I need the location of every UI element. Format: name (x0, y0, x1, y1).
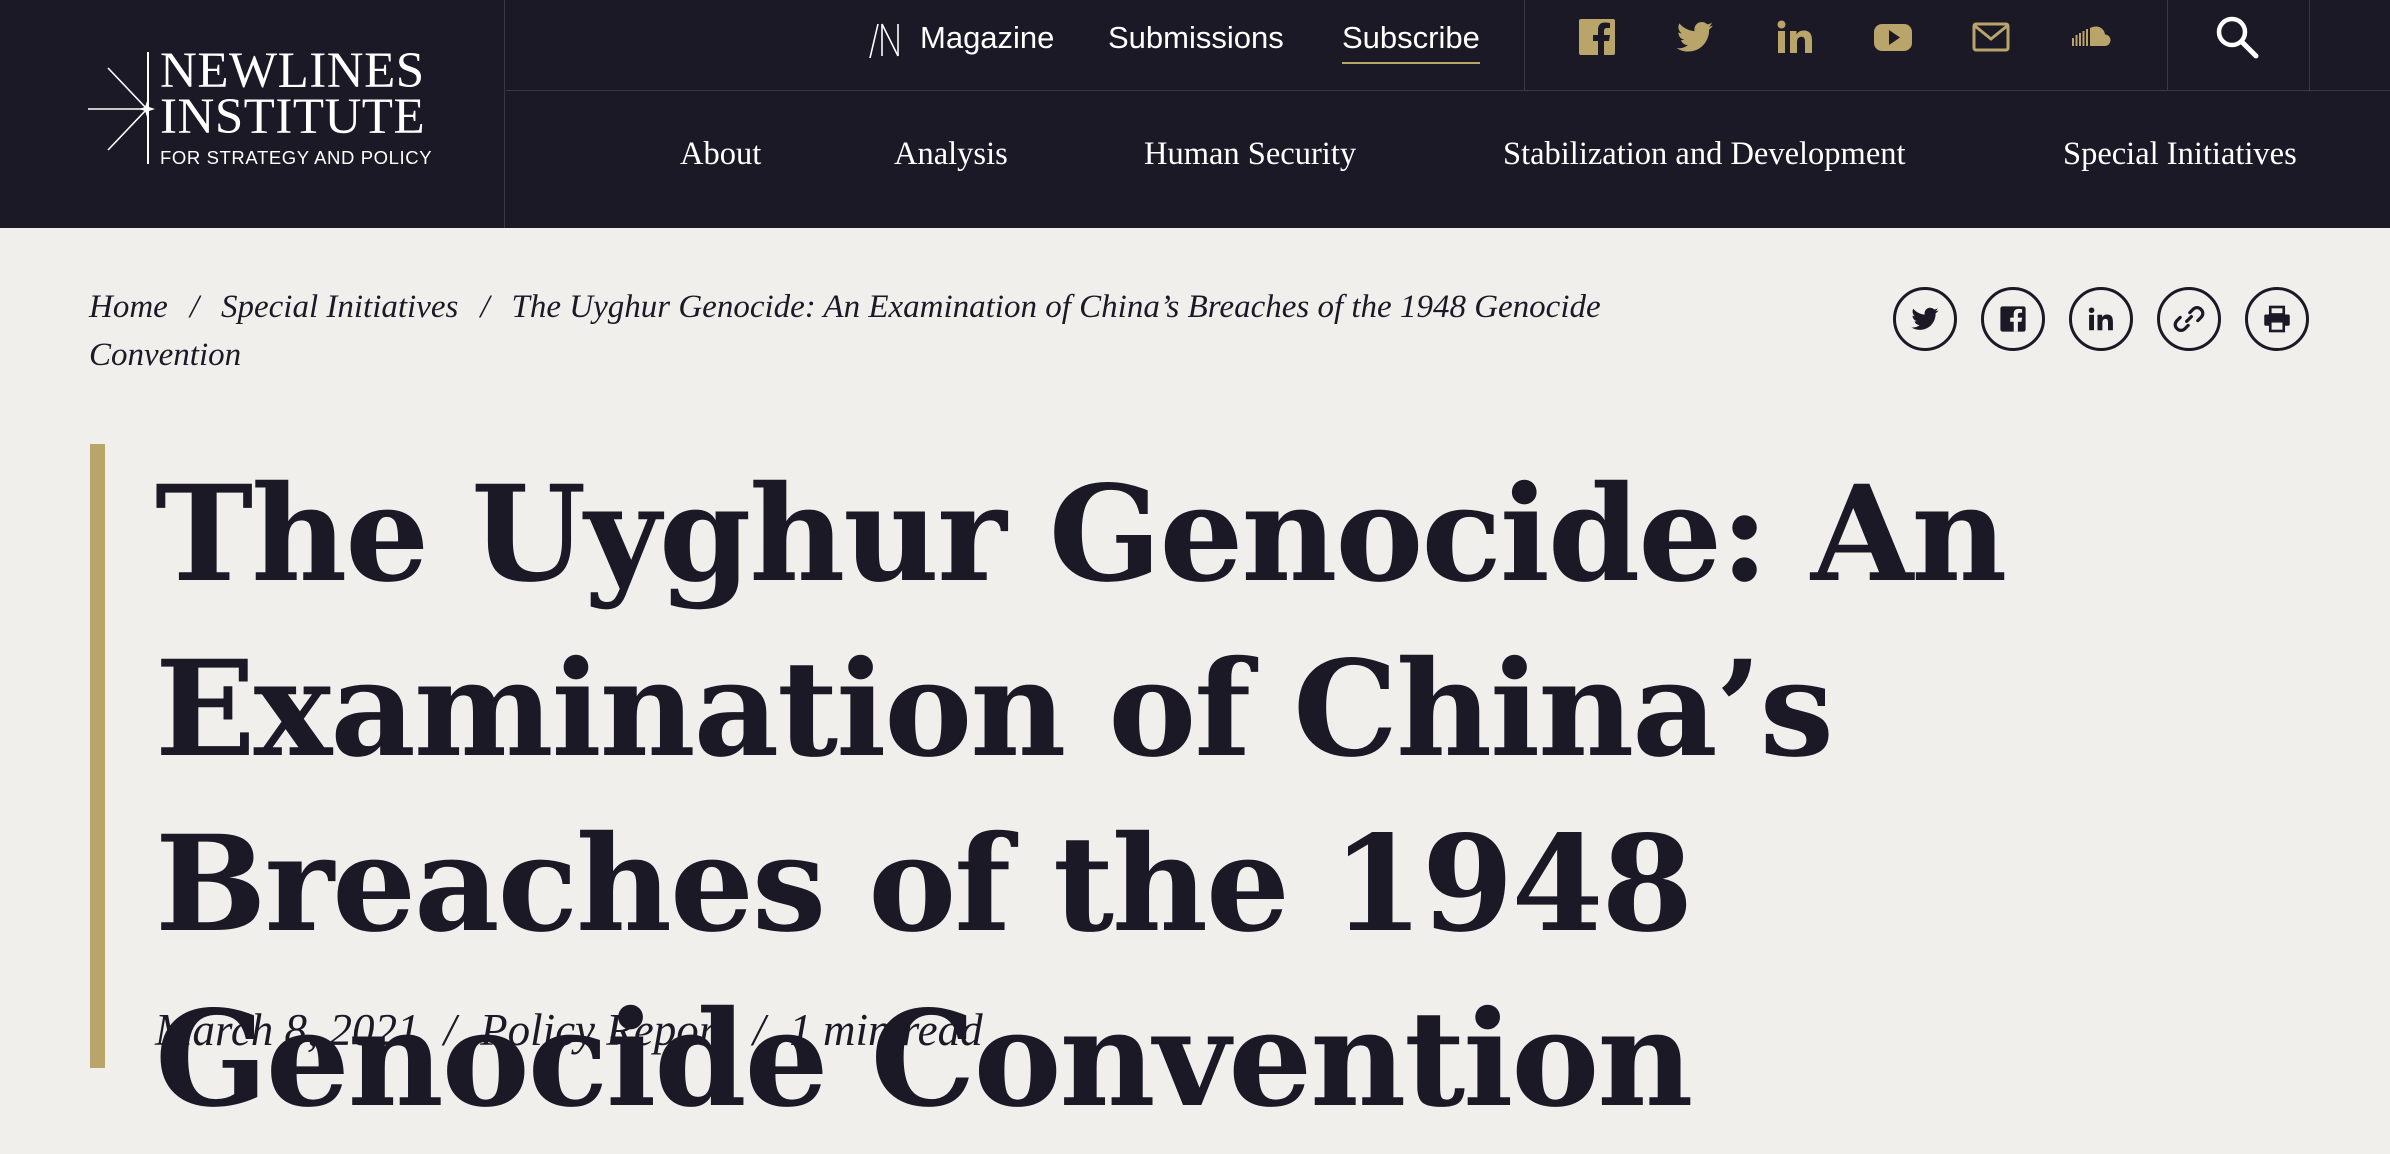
read-time: 1 min read (789, 1005, 983, 1055)
nav-stabilization-and-development[interactable]: Stabilization and Development (1503, 136, 1906, 173)
soundcloud-icon[interactable] (2071, 17, 2111, 57)
breadcrumb-separator: / (480, 289, 490, 325)
print-icon (2264, 305, 2290, 333)
search-icon[interactable] (2214, 14, 2260, 60)
share-linkedin-button[interactable] (2069, 287, 2133, 351)
facebook-icon (2000, 306, 2026, 332)
article-meta: March 8, 2021 / Policy Report / 1 min read (155, 1004, 983, 1056)
site-logo[interactable]: NEWLINES INSTITUTE FOR STRATEGY AND POLI… (0, 0, 505, 228)
mail-icon[interactable] (1971, 17, 2011, 57)
nav-special-initiatives[interactable]: Special Initiatives (2063, 136, 2297, 173)
linkedin-icon[interactable] (1775, 17, 1815, 57)
facebook-icon[interactable] (1577, 17, 1617, 57)
logo-tagline: FOR STRATEGY AND POLICY (160, 147, 433, 168)
share-print-button[interactable] (2245, 287, 2309, 351)
twitter-icon[interactable] (1675, 17, 1715, 57)
nav-human-security[interactable]: Human Security (1144, 136, 1356, 173)
youtube-icon[interactable] (1873, 17, 1913, 57)
magazine-link[interactable]: Magazine (920, 20, 1054, 56)
meta-separator: / (752, 1005, 766, 1055)
link-icon (2173, 306, 2205, 332)
nav-about[interactable]: About (680, 136, 761, 173)
logo-divider (147, 52, 149, 164)
share-copy-link-button[interactable] (2157, 287, 2221, 351)
nav-divider (2167, 0, 2168, 91)
breadcrumb-home[interactable]: Home (89, 289, 168, 325)
breadcrumb-section[interactable]: Special Initiatives (221, 289, 458, 325)
twitter-icon (1911, 307, 1939, 330)
main-nav: About Analysis Human Security Stabilizat… (506, 92, 2390, 228)
breadcrumb: Home / Special Initiatives / The Uyghur Geno… (89, 283, 1689, 379)
subscribe-link[interactable]: Subscribe (1342, 20, 1480, 64)
submissions-link[interactable]: Submissions (1108, 20, 1284, 56)
nav-divider (1524, 0, 1525, 91)
article-type[interactable]: Policy Report (480, 1005, 729, 1055)
title-accent-bar (90, 444, 105, 1068)
logo-text-institute: INSTITUTE (160, 89, 426, 145)
magazine-logo-icon[interactable] (866, 20, 906, 60)
article-date: March 8, 2021 (155, 1005, 420, 1055)
site-header: NEWLINES INSTITUTE FOR STRATEGY AND POLI… (0, 0, 2390, 228)
utility-nav: Magazine Submissions Subscribe (506, 0, 2390, 91)
share-facebook-button[interactable] (1981, 287, 2045, 351)
nav-divider (2309, 0, 2310, 91)
share-twitter-button[interactable] (1893, 287, 1957, 351)
meta-separator: / (443, 1005, 457, 1055)
linkedin-icon (2088, 307, 2113, 331)
nav-analysis[interactable]: Analysis (894, 136, 1008, 173)
breadcrumb-separator: / (189, 289, 199, 325)
